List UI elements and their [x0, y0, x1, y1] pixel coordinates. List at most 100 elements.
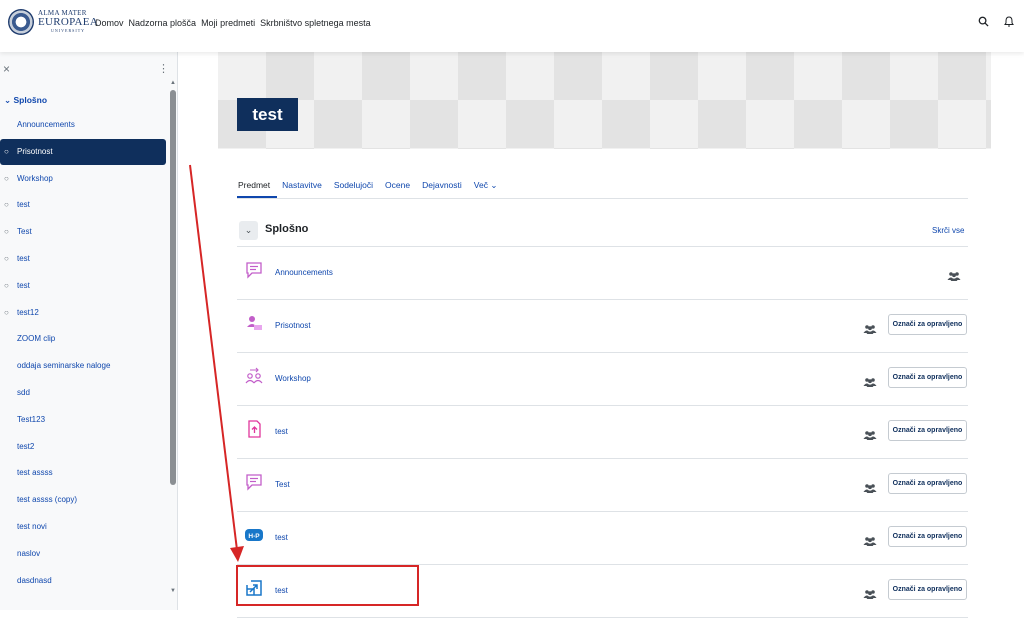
mark-as-done-button[interactable]: Označi za opravljeno — [888, 579, 967, 600]
activity-link[interactable]: Test — [275, 480, 290, 489]
group-mode-icon — [947, 268, 961, 281]
sidebar-item[interactable]: ○ Workshop — [0, 166, 166, 192]
group-mode-icon — [863, 374, 877, 387]
activity-row: Prisotnost Označi za opravljeno — [237, 300, 968, 353]
course-title: test — [237, 98, 298, 131]
tab-settings[interactable]: Nastavitve — [282, 180, 322, 191]
brand-line2: EUROPAEA — [38, 16, 99, 28]
sidebar-item-label: test12 — [17, 307, 39, 317]
sidebar-item-label: Test — [17, 227, 32, 237]
scroll-up-icon[interactable]: ▲ — [170, 80, 176, 86]
sidebar-item-label: Test123 — [17, 414, 46, 424]
brand-line3: UNIVERSITY — [51, 28, 86, 33]
activity-row: Workshop Označi za opravljeno — [237, 353, 968, 406]
close-icon[interactable]: × — [3, 62, 10, 76]
drawer-section-label: Splošno — [13, 95, 48, 105]
activity-link[interactable]: Prisotnost — [275, 321, 311, 330]
group-mode-icon — [863, 427, 877, 440]
sidebar-item-label: test novi — [17, 522, 47, 531]
mark-as-done-button[interactable]: Označi za opravljeno — [888, 367, 967, 388]
sidebar-item[interactable]: ○ test12 — [0, 300, 166, 326]
sidebar-item-label: Prisotnost — [17, 146, 53, 156]
nav-link-dashboard[interactable]: Nadzorna plošča — [129, 18, 197, 28]
scroll-down-icon[interactable]: ▼ — [170, 588, 176, 594]
nav-link-home[interactable]: Domov — [95, 18, 124, 28]
sidebar-item-label: test — [17, 254, 30, 263]
sidebar-item[interactable]: oddaja seminarske naloge — [0, 353, 166, 379]
completion-circle-icon: ○ — [4, 173, 9, 183]
course-index-drawer: × ⋮ ⌄ Splošno Announcements ○ Prisotnost ○ W… — [0, 52, 178, 610]
sidebar-item[interactable]: sdd — [0, 380, 166, 406]
sidebar-item[interactable]: ○ test — [0, 246, 166, 272]
group-mode-icon — [863, 480, 877, 493]
top-navbar: ALMA MATER EUROPAEA UNIVERSITY Domov Nad… — [0, 0, 1024, 52]
bell-icon[interactable] — [1004, 16, 1014, 30]
collapse-all-link[interactable]: Skrči vse — [932, 226, 964, 235]
tab-more[interactable]: Več ⌄ — [474, 180, 498, 191]
sidebar-item[interactable]: ○ Test — [0, 219, 166, 245]
mark-as-done-button[interactable]: Označi za opravljeno — [888, 420, 967, 441]
sidebar-item-label: oddaja seminarske naloge — [17, 361, 111, 371]
sidebar-item[interactable]: test assss (copy) — [0, 487, 166, 513]
sidebar-item[interactable]: Announcements — [0, 112, 166, 138]
completion-circle-icon: ○ — [4, 200, 9, 210]
sidebar-item-label: test2 — [17, 441, 35, 451]
activity-row: Test Označi za opravljeno — [237, 459, 968, 512]
course-banner — [218, 52, 991, 149]
activity-link[interactable]: Announcements — [275, 268, 333, 277]
section-title: Splošno — [265, 223, 309, 235]
activity-row: Announcements — [237, 247, 968, 300]
sidebar-item-label: Announcements — [17, 120, 75, 129]
tabs-divider — [237, 198, 968, 199]
group-mode-icon — [863, 586, 877, 599]
completion-circle-icon: ○ — [4, 146, 9, 156]
sidebar-item[interactable]: naslov — [0, 541, 166, 567]
sidebar-item-label: test assss — [17, 468, 53, 478]
annotation-arrow — [189, 164, 244, 562]
sidebar-item[interactable]: ○ Prisotnost — [0, 138, 166, 165]
sidebar-item[interactable]: ○ test — [0, 273, 166, 299]
activity-row: test Označi za opravljeno — [237, 406, 968, 459]
sidebar-item[interactable]: ZOOM clip — [0, 326, 166, 352]
annotation-highlight-box — [236, 565, 419, 606]
sidebar-item-label: ZOOM clip — [17, 334, 56, 344]
sidebar-item[interactable]: ○ test — [0, 192, 166, 218]
svg-text:H-P: H-P — [248, 533, 260, 540]
sidebar-item-label: test — [17, 280, 30, 290]
nav-link-site-admin[interactable]: Skrbništvo spletnega mesta — [260, 18, 371, 28]
nav-link-my-courses[interactable]: Moji predmeti — [201, 18, 255, 28]
completion-circle-icon: ○ — [4, 254, 9, 263]
tab-activities[interactable]: Dejavnosti — [422, 180, 462, 191]
sidebar-item[interactable]: test novi — [0, 514, 166, 540]
sidebar-item[interactable]: test assss — [0, 460, 166, 486]
activity-link[interactable]: test — [275, 533, 288, 542]
sidebar-item-label: Workshop — [17, 173, 53, 183]
mark-as-done-button[interactable]: Označi za opravljeno — [888, 314, 967, 335]
drawer-section-general[interactable]: ⌄ Splošno — [4, 95, 47, 106]
primary-nav: Domov Nadzorna plošča Moji predmeti Skrb… — [95, 18, 371, 28]
drawer-scrollbar[interactable] — [170, 90, 176, 485]
activity-row: H-P test Označi za opravljeno — [237, 512, 968, 565]
group-mode-icon — [863, 533, 877, 546]
tab-grades[interactable]: Ocene — [385, 180, 410, 191]
brand-wordmark[interactable]: ALMA MATER EUROPAEA UNIVERSITY — [38, 10, 98, 33]
university-logo[interactable] — [8, 9, 34, 35]
sidebar-item-label: dasdnasd — [17, 575, 52, 585]
mark-as-done-button[interactable]: Označi za opravljeno — [888, 473, 967, 494]
more-options-icon[interactable]: ⋮ — [158, 62, 169, 75]
completion-circle-icon: ○ — [4, 307, 9, 317]
sidebar-item[interactable]: test2 — [0, 434, 166, 460]
sidebar-item[interactable]: Test123 — [0, 407, 166, 433]
tab-participants[interactable]: Sodelujoči — [334, 180, 373, 191]
activity-link[interactable]: Workshop — [275, 374, 311, 383]
search-icon[interactable] — [978, 16, 989, 30]
group-mode-icon — [863, 321, 877, 334]
sidebar-item-label: sdd — [17, 388, 30, 397]
course-tabs: Predmet Nastavitve Sodelujoči Ocene Deja… — [238, 180, 497, 191]
activity-link[interactable]: test — [275, 427, 288, 436]
sidebar-item[interactable]: dasdnasd — [0, 568, 166, 594]
sidebar-item-label: test — [17, 200, 30, 210]
sidebar-item-label: test assss (copy) — [17, 495, 78, 505]
mark-as-done-button[interactable]: Označi za opravljeno — [888, 526, 967, 547]
sidebar-item-label: naslov — [17, 548, 41, 558]
